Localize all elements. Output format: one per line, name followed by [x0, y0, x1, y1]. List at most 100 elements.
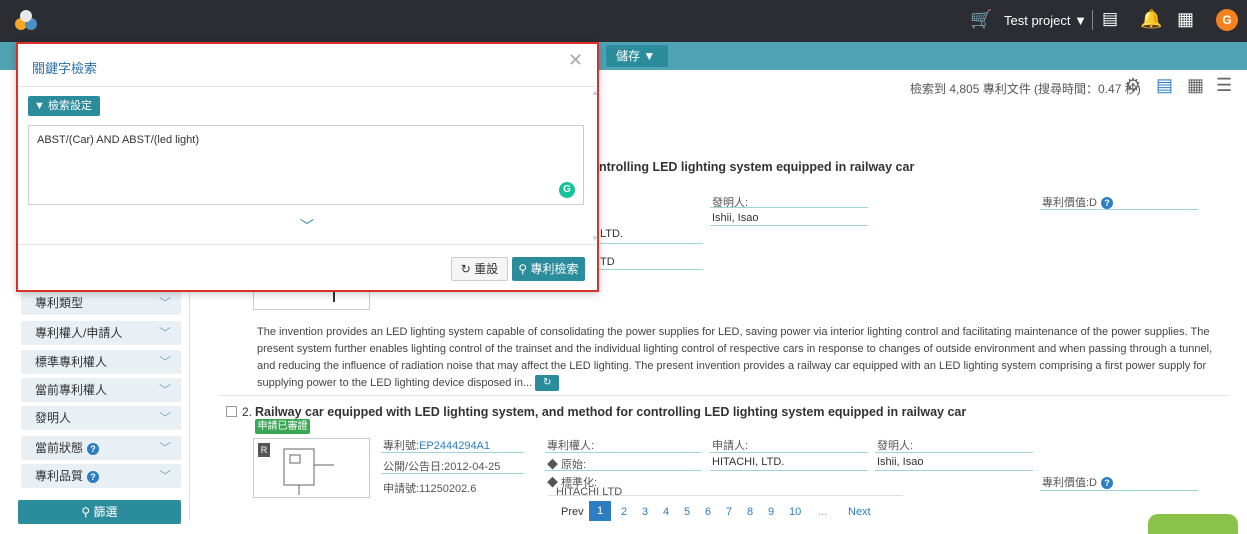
help-icon[interactable]: ? — [87, 471, 100, 483]
underline — [710, 470, 868, 471]
result-2-app-no: 申請號:11250202.6 — [383, 483, 477, 495]
patent-search-button[interactable]: ⚲ 專利檢索 — [512, 257, 585, 281]
modal-divider — [18, 244, 597, 245]
underline — [710, 207, 868, 208]
chevron-down-icon: ﹀ — [158, 469, 171, 483]
document-icon[interactable]: ▤ — [1102, 9, 1118, 29]
pager-ellipsis: ... — [818, 506, 828, 518]
pager-page-6[interactable]: 6 — [705, 506, 711, 518]
result-divider — [218, 395, 1228, 396]
thumb-tag: R — [258, 443, 270, 457]
underline — [381, 452, 524, 453]
pager-page-2[interactable]: 2 — [621, 506, 627, 518]
filter-patent-type[interactable]: 專利類型 ﹀ — [21, 291, 181, 315]
result-2-index: 2. — [242, 405, 253, 419]
query-textarea[interactable]: ABST/(Car) AND ABST/(led light) G — [28, 125, 584, 205]
result-1-value-label: 專利價值:D? — [1042, 194, 1113, 210]
underline — [710, 225, 868, 226]
feedback-tab[interactable] — [1148, 514, 1238, 534]
underline — [381, 473, 524, 474]
list-view-icon[interactable]: ☰ — [1216, 75, 1232, 96]
pager-page-1[interactable]: 1 — [589, 501, 611, 521]
result-1-title[interactable]: ntrolling LED lighting system equipped i… — [599, 160, 914, 174]
result-1-assignee: LTD. — [600, 228, 624, 240]
avatar[interactable]: G — [1216, 9, 1238, 31]
result-1-abstract: The invention provides an LED lighting s… — [257, 324, 1227, 392]
gear-icon[interactable]: ⚙ — [1125, 75, 1141, 96]
result-2-patent-no: 專利號:EP2444294A1 — [383, 440, 491, 452]
result-2-title[interactable]: Railway car equipped with LED lighting s… — [255, 405, 966, 419]
filter-standard-assignee[interactable]: 標準專利權人 ﹀ — [21, 350, 181, 374]
pager-page-9[interactable]: 9 — [768, 506, 774, 518]
top-bar: 🛒 Test project ▼ ▤ 🔔 ▦ G — [0, 0, 1247, 42]
refresh-icon: ↻ — [460, 262, 475, 276]
filter-assignee[interactable]: 專利權人/申請人 ﹀ — [21, 321, 181, 345]
filter-apply-button[interactable]: ⚲ 篩選 — [18, 500, 181, 524]
result-2-checkbox[interactable] — [226, 406, 237, 417]
pager-page-10[interactable]: 10 — [789, 506, 801, 518]
search-icon: ⚲ — [81, 505, 94, 519]
chevron-down-icon: ﹀ — [158, 355, 171, 369]
app-logo[interactable] — [14, 9, 38, 31]
save-button[interactable]: 儲存 ▼ — [606, 45, 668, 67]
result-2-inventor: Ishii, Isao — [877, 456, 924, 468]
underline — [545, 452, 701, 453]
chevron-down-icon: ﹀ — [158, 441, 171, 455]
chevron-down-icon[interactable]: ﹀ — [300, 216, 314, 236]
project-selector[interactable]: Test project ▼ — [1004, 13, 1087, 28]
result-2-value-label: 專利價值:D? — [1042, 474, 1113, 490]
search-settings-button[interactable]: ▼ 檢索設定 — [28, 96, 100, 116]
filter-inventor[interactable]: 發明人 ﹀ — [21, 406, 181, 430]
scroll-up-icon[interactable]: ▲ — [591, 88, 599, 97]
status-badge: 申請已審證 — [255, 419, 310, 434]
grid-view-icon[interactable]: ▦ — [1187, 75, 1204, 96]
scroll-down-icon[interactable]: ▼ — [591, 234, 599, 243]
list-detail-view-icon[interactable]: ▤ — [1156, 75, 1173, 96]
chevron-down-icon: ﹀ — [158, 411, 171, 425]
result-2-thumbnail[interactable]: R — [253, 438, 370, 498]
help-icon[interactable]: ? — [87, 443, 100, 455]
result-2-applicant: HITACHI, LTD. — [712, 456, 785, 468]
pager-page-5[interactable]: 5 — [684, 506, 690, 518]
filter-current-status[interactable]: 當前狀態? ﹀ — [21, 436, 181, 460]
expand-abstract-button[interactable]: ↻ — [535, 375, 560, 392]
query-text[interactable]: ABST/(Car) AND ABST/(led light) — [37, 134, 199, 146]
reset-button[interactable]: ↻ 重設 — [451, 257, 508, 281]
filter-icon: ▼ — [34, 100, 48, 112]
underline — [599, 243, 703, 244]
chevron-down-icon: ﹀ — [158, 296, 171, 310]
underline — [875, 452, 1033, 453]
search-icon: ⚲ — [518, 262, 531, 276]
bell-icon[interactable]: 🔔 — [1140, 9, 1162, 30]
help-icon[interactable]: ? — [1101, 477, 1113, 489]
keyword-search-modal: 關鍵字檢索 ✕ ▲ ▼ 檢索設定 ABST/(Car) AND ABST/(le… — [16, 42, 599, 292]
pager-prev[interactable]: Prev — [561, 506, 584, 518]
pager-page-8[interactable]: 8 — [747, 506, 753, 518]
chevron-down-icon: ﹀ — [158, 326, 171, 340]
chevron-down-icon: ﹀ — [158, 383, 171, 397]
underline — [545, 470, 701, 471]
filter-patent-quality[interactable]: 專利品質? ﹀ — [21, 464, 181, 488]
underline — [710, 452, 868, 453]
underline — [1040, 209, 1198, 210]
help-icon[interactable]: ? — [1101, 197, 1113, 209]
result-2-inventor-label: 發明人: — [877, 440, 914, 452]
grammarly-icon[interactable]: G — [559, 182, 575, 198]
result-2-assignee-label: 專利權人: — [547, 440, 595, 452]
cart-icon[interactable]: 🛒 — [970, 9, 992, 30]
pager-page-3[interactable]: 3 — [642, 506, 648, 518]
result-1-inventor: Ishii, Isao — [712, 212, 759, 224]
close-icon[interactable]: ✕ — [568, 50, 583, 71]
results-count: 檢索到 4,805 專利文件 (搜尋時間：0.47 秒) — [910, 82, 1141, 96]
patent-drawing — [283, 448, 334, 495]
result-2-applicant-label: 申請人: — [712, 440, 749, 452]
result-2-pub-date: 公開/公告日:2012-04-25 — [383, 461, 501, 473]
filter-current-assignee[interactable]: 當前專利權人 ﹀ — [21, 378, 181, 402]
underline — [875, 470, 1033, 471]
underline — [599, 269, 703, 270]
apps-grid-icon[interactable]: ▦ — [1177, 9, 1194, 30]
pager-page-4[interactable]: 4 — [663, 506, 669, 518]
pager-next[interactable]: Next — [848, 506, 871, 518]
result-1-applicant: TD — [600, 256, 615, 268]
pager-page-7[interactable]: 7 — [726, 506, 732, 518]
